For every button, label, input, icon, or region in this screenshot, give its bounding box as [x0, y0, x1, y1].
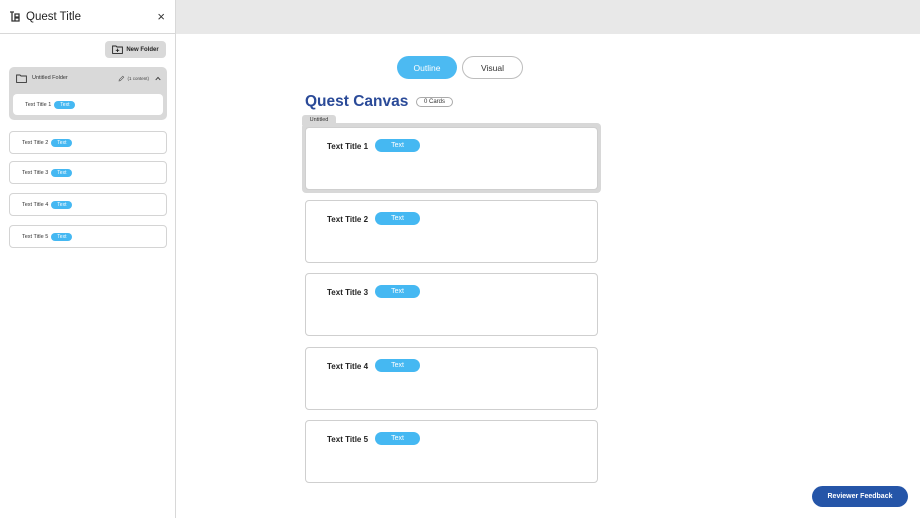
close-icon[interactable]: ×: [157, 10, 165, 23]
canvas-card[interactable]: Text Title 4 Text: [305, 347, 598, 410]
sidebar: Quest Title × New Folder Untitled Folder: [0, 0, 176, 518]
page-title: Quest Canvas: [305, 93, 409, 110]
canvas-card[interactable]: Text Title 2 Text: [305, 200, 598, 263]
folder-item-badge: Text: [54, 100, 76, 109]
app-root: Quest Title × New Folder Untitled Folder: [0, 0, 920, 518]
folder-plus-icon: [112, 45, 124, 54]
canvas-card[interactable]: Text Title 3 Text: [305, 273, 598, 336]
new-folder-button[interactable]: New Folder: [105, 41, 166, 58]
folder-item-label: Text Title 1: [25, 101, 52, 108]
sidebar-item[interactable]: Text Title 3 Text: [9, 161, 167, 184]
card-title: Text Title 4: [327, 362, 369, 371]
new-folder-label: New Folder: [126, 46, 159, 53]
sidebar-item-label: Text Title 3: [22, 169, 49, 176]
folder-icon: [16, 74, 27, 83]
logo-icon: [9, 10, 21, 23]
sidebar-item-label: Text Title 5: [22, 233, 49, 240]
tab-outline[interactable]: Outline: [397, 56, 457, 79]
card-title: Text Title 1: [327, 142, 369, 151]
folder-item[interactable]: Text Title 1 Text: [13, 94, 163, 115]
sidebar-item[interactable]: Text Title 5 Text: [9, 225, 167, 248]
card-title: Text Title 3: [327, 288, 369, 297]
folder-header[interactable]: Untitled Folder (1 content): [9, 67, 167, 89]
canvas-card[interactable]: Text Title 5 Text: [305, 420, 598, 483]
card-badge: Text: [375, 359, 420, 372]
cards-count-badge: 0 Cards: [416, 97, 453, 107]
top-bar: [176, 0, 920, 34]
reviewer-feedback-button[interactable]: Reviewer Feedback: [812, 486, 908, 507]
pencil-icon[interactable]: [118, 75, 125, 82]
new-folder-row: New Folder: [0, 34, 175, 64]
sidebar-item[interactable]: Text Title 2 Text: [9, 131, 167, 154]
sidebar-header: Quest Title ×: [0, 0, 175, 34]
tab-visual[interactable]: Visual: [462, 56, 523, 79]
card-badge: Text: [375, 212, 420, 225]
sidebar-item-label: Text Title 4: [22, 201, 49, 208]
card-title: Text Title 5: [327, 435, 369, 444]
canvas-card[interactable]: Text Title 1 Text: [305, 127, 598, 190]
folder-untitled: Untitled Folder (1 content) Text Title 1…: [9, 67, 167, 120]
sidebar-item-badge: Text: [51, 232, 73, 241]
card-title: Text Title 2: [327, 215, 369, 224]
card-badge: Text: [375, 139, 420, 152]
sidebar-item-badge: Text: [51, 138, 73, 147]
sidebar-item-badge: Text: [51, 168, 73, 177]
card-badge: Text: [375, 285, 420, 298]
sidebar-item-badge: Text: [51, 200, 73, 209]
card-badge: Text: [375, 432, 420, 445]
sidebar-item-label: Text Title 2: [22, 139, 49, 146]
sidebar-item[interactable]: Text Title 4 Text: [9, 193, 167, 216]
folder-count: (1 content): [127, 75, 149, 81]
chevron-up-icon[interactable]: [155, 76, 161, 81]
folder-name: Untitled Folder: [32, 75, 68, 81]
quest-title: Quest Title: [26, 10, 81, 23]
